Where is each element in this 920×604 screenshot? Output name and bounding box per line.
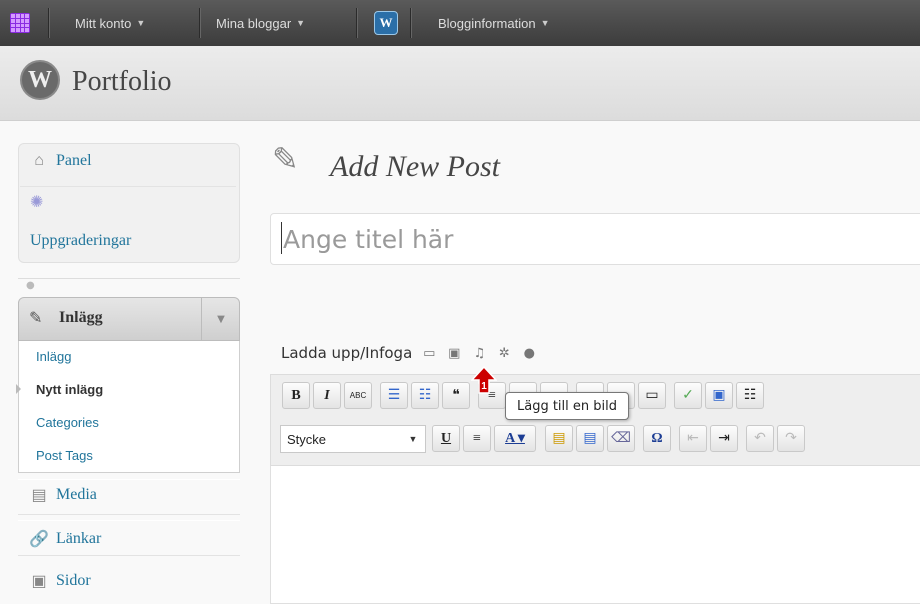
special-character-button[interactable]: Ω	[643, 425, 671, 452]
fullscreen-button[interactable]: ▣	[705, 382, 733, 409]
format-select[interactable]: Stycke ▼	[280, 425, 426, 453]
pushpin-icon: ✎	[29, 308, 43, 327]
outdent-button[interactable]: ⇤	[679, 425, 707, 452]
pages-icon: ▣	[31, 573, 47, 590]
home-icon: ⌂	[34, 152, 44, 169]
sites-icon[interactable]	[10, 0, 30, 46]
pushpin-icon: ✎	[272, 140, 299, 178]
text-cursor	[281, 222, 282, 254]
menu-links[interactable]: 🔗 Länkar	[29, 530, 102, 548]
paste-text-button[interactable]: ▤	[545, 425, 573, 452]
current-item-arrow-icon	[16, 384, 21, 394]
bullet-list-button[interactable]: ☰	[380, 382, 408, 409]
site-title[interactable]: Portfolio	[72, 66, 172, 98]
menu-panel[interactable]: ⌂ Panel	[30, 152, 92, 170]
blog-info-label: Blogginformation	[438, 15, 536, 31]
link-icon: 🔗	[29, 531, 49, 548]
separator-handle-icon: ●	[26, 280, 35, 291]
add-poll-icon[interactable]: ●	[521, 345, 537, 361]
upload-insert-label: Ladda upp/Infoga	[281, 344, 413, 362]
menu-pages[interactable]: ▣ Sidor	[30, 572, 91, 590]
submenu-new-post[interactable]: Nytt inlägg	[36, 382, 103, 397]
menu-posts[interactable]: ✎ Inlägg ▼	[18, 297, 240, 341]
add-video-icon[interactable]: ▣	[446, 345, 462, 361]
my-account-label: Mitt konto	[75, 15, 132, 31]
paste-word-button[interactable]: ▤	[576, 425, 604, 452]
wordpress-logo-icon: W	[20, 60, 60, 100]
tooltip: Lägg till en bild	[505, 392, 629, 420]
blog-info-menu[interactable]: Blogginformation ▼	[438, 0, 549, 46]
page-title: Add New Post	[330, 150, 500, 183]
wordpress-icon[interactable]: W	[374, 0, 398, 46]
add-audio-icon[interactable]: ♫	[471, 345, 487, 361]
underline-button[interactable]: U	[432, 425, 460, 452]
svg-text:1: 1	[481, 381, 487, 392]
redo-button[interactable]: ↷	[777, 425, 805, 452]
spellcheck-button[interactable]: ✓	[674, 382, 702, 409]
menu-upgrades[interactable]: Uppgraderingar	[30, 232, 131, 250]
menu-posts-label: Inlägg	[59, 309, 103, 326]
insert-more-button[interactable]: ▭	[638, 382, 666, 409]
remove-format-button[interactable]: ⌫	[607, 425, 635, 452]
justify-button[interactable]: ≡	[463, 425, 491, 452]
dropdown-arrow-icon: ▼	[408, 434, 418, 444]
submenu-post-tags[interactable]: Post Tags	[36, 448, 93, 463]
menu-panel-label: Panel	[56, 152, 92, 169]
menu-links-label: Länkar	[56, 530, 102, 547]
site-header: W Portfolio	[0, 46, 920, 121]
my-account-menu[interactable]: Mitt konto ▼	[75, 0, 145, 46]
blockquote-button[interactable]: ❝	[442, 382, 470, 409]
add-media-icon[interactable]: ✲	[496, 345, 512, 361]
bold-button[interactable]: B	[282, 382, 310, 409]
italic-button[interactable]: I	[313, 382, 341, 409]
media-icon: ▤	[31, 487, 47, 504]
caret-down-icon: ▼	[136, 18, 146, 28]
add-image-icon[interactable]: ▭	[421, 345, 437, 361]
caret-down-icon: ▼	[540, 18, 550, 28]
annotation-marker-icon: 1	[471, 366, 497, 394]
menu-upgrades-label: Uppgraderingar	[30, 232, 132, 249]
menu-separator	[18, 278, 240, 279]
admin-bar: Mitt konto ▼ Mina bloggar ▼ W Blogginforma…	[0, 0, 920, 46]
kitchen-sink-button[interactable]: ☷	[736, 382, 764, 409]
post-title-input[interactable]	[270, 213, 920, 265]
submenu-categories[interactable]: Categories	[36, 415, 99, 430]
gear-icon: ✺	[30, 194, 44, 211]
upload-insert-row: Ladda upp/Infoga ▭ ▣ ♫ ✲ ●	[281, 342, 537, 364]
menu-pages-label: Sidor	[56, 572, 91, 589]
format-select-value: Stycke	[287, 431, 327, 447]
menu-toggle-arrow-icon[interactable]: ▼	[201, 298, 240, 340]
my-blogs-menu[interactable]: Mina bloggar ▼	[216, 0, 305, 46]
posts-submenu: Inlägg Nytt inlägg Categories Post Tags	[18, 341, 240, 473]
indent-button[interactable]: ⇥	[710, 425, 738, 452]
strikethrough-button[interactable]: ABC	[344, 382, 372, 409]
undo-button[interactable]: ↶	[746, 425, 774, 452]
my-blogs-label: Mina bloggar	[216, 15, 292, 31]
menu-media-label: Media	[56, 486, 97, 503]
text-color-button[interactable]: A ▾	[494, 425, 536, 452]
caret-down-icon: ▼	[296, 18, 306, 28]
menu-media[interactable]: ▤ Media	[30, 486, 97, 504]
submenu-posts[interactable]: Inlägg	[36, 349, 71, 364]
numbered-list-button[interactable]: ☷	[411, 382, 439, 409]
